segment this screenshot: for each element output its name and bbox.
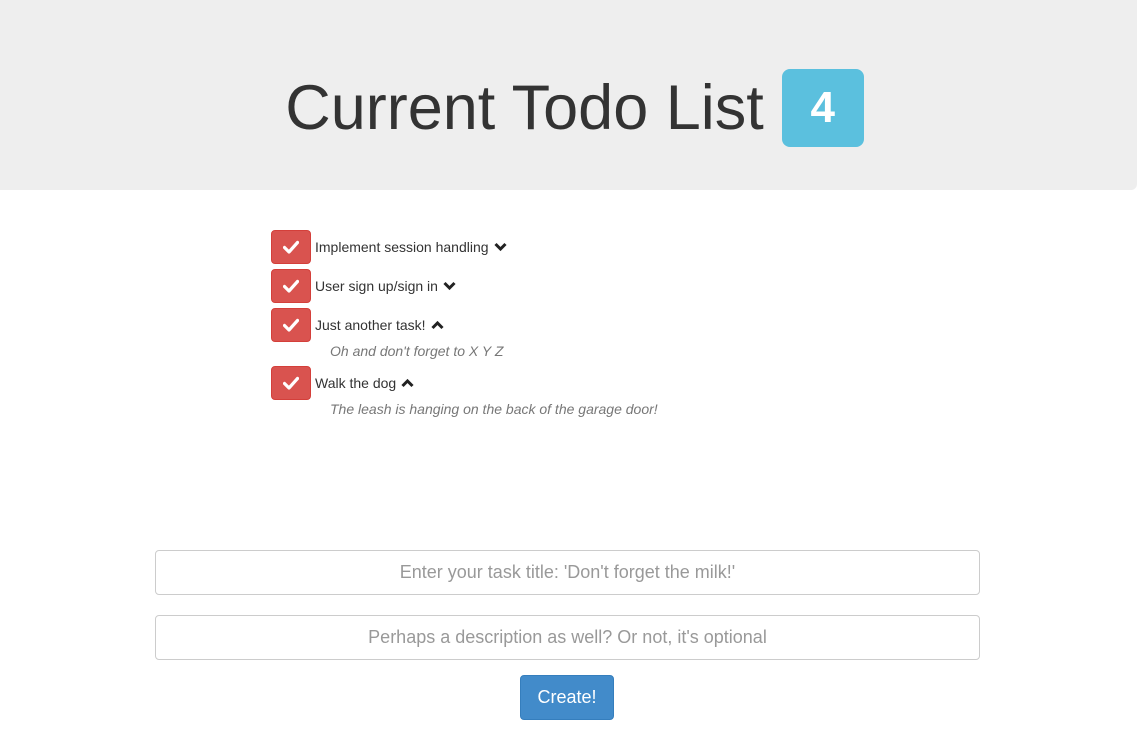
task-description-input[interactable]: [155, 615, 980, 660]
todo-description: The leash is hanging on the back of the …: [330, 401, 658, 417]
expand-toggle[interactable]: [493, 242, 507, 252]
complete-task-button[interactable]: [271, 269, 311, 303]
todo-list: Implement session handling User sign up/…: [271, 230, 658, 424]
list-item: User sign up/sign in: [271, 269, 658, 303]
chevron-down-icon: [443, 281, 456, 291]
complete-task-button[interactable]: [271, 308, 311, 342]
todo-title: Walk the dog: [315, 375, 397, 391]
complete-task-button[interactable]: [271, 366, 311, 400]
page-title: Current Todo List: [285, 73, 764, 143]
todo-count-badge: 4: [781, 69, 864, 147]
check-icon: [283, 279, 299, 293]
check-icon: [283, 318, 299, 332]
task-title-input[interactable]: [155, 550, 980, 595]
check-icon: [283, 376, 299, 390]
chevron-down-icon: [493, 242, 507, 252]
todo-title: User sign up/sign in: [315, 278, 438, 294]
expand-toggle[interactable]: [443, 281, 456, 291]
list-item: Walk the dog The leash is hanging on the…: [271, 366, 658, 419]
list-item: Implement session handling: [271, 230, 658, 264]
todo-title: Implement session handling: [315, 239, 489, 255]
todo-title: Just another task!: [315, 317, 426, 333]
todo-row: Just another task!: [271, 308, 658, 342]
chevron-up-icon: [401, 378, 414, 388]
create-button[interactable]: Create!: [520, 675, 614, 720]
todo-row: Walk the dog: [271, 366, 658, 400]
title-row: Current Todo List 4: [0, 69, 1137, 147]
check-icon: [283, 240, 299, 254]
collapse-toggle[interactable]: [401, 378, 414, 388]
complete-task-button[interactable]: [271, 230, 311, 264]
header-jumbotron: Current Todo List 4: [0, 0, 1137, 190]
collapse-toggle[interactable]: [430, 320, 444, 330]
chevron-up-icon: [430, 320, 444, 330]
list-item: Just another task! Oh and don't forget t…: [271, 308, 658, 361]
todo-row: Implement session handling: [271, 230, 658, 264]
todo-row: User sign up/sign in: [271, 269, 658, 303]
todo-description: Oh and don't forget to X Y Z: [330, 343, 504, 359]
